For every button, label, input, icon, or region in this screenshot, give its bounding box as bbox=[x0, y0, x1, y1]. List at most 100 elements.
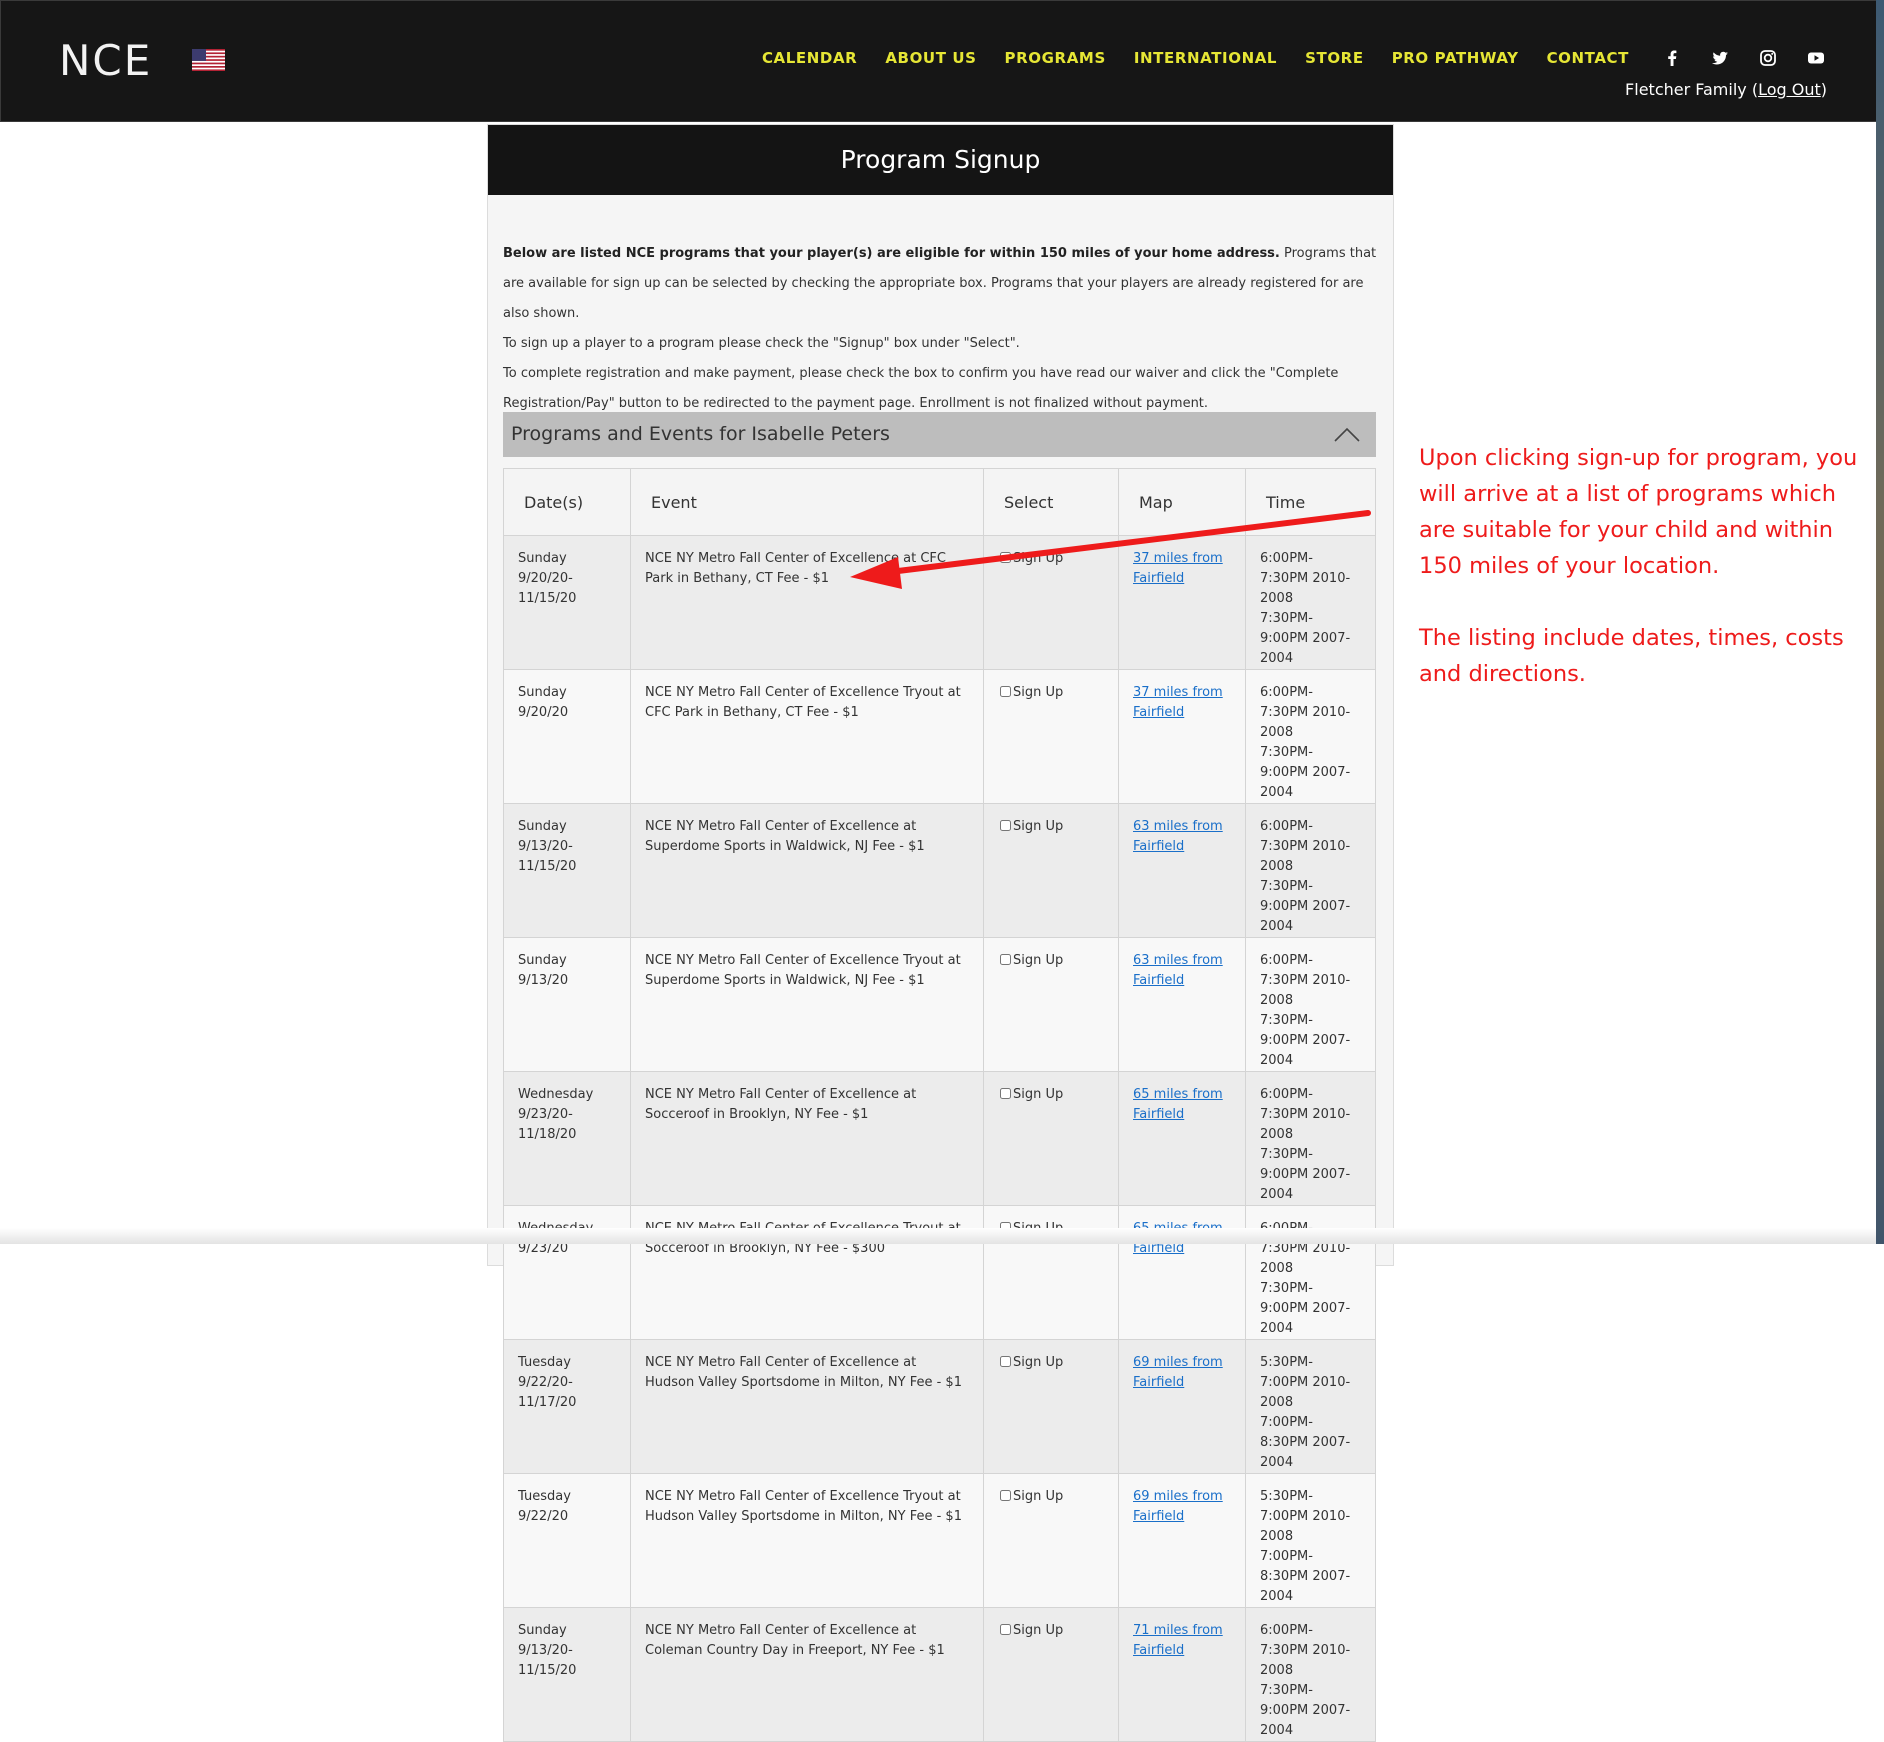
map-link[interactable]: 63 miles from Fairfield bbox=[1133, 819, 1223, 854]
map-cell: 71 miles from Fairfield bbox=[1118, 1607, 1246, 1742]
signup-checkbox[interactable] bbox=[1000, 1490, 1011, 1501]
youtube-icon[interactable] bbox=[1805, 47, 1827, 69]
time-cell: 6:00PM-7:30PM 2010-20087:30PM-9:00PM 200… bbox=[1245, 803, 1376, 938]
table-row: Sunday 9/13/20-11/15/20 NCE NY Metro Fal… bbox=[503, 1607, 1376, 1742]
map-cell: 37 miles from Fairfield bbox=[1118, 535, 1246, 670]
time-slot: 7:30PM-9:00PM 2007-2004 bbox=[1260, 1281, 1351, 1336]
map-cell: 37 miles from Fairfield bbox=[1118, 669, 1246, 804]
map-cell: 69 miles from Fairfield bbox=[1118, 1339, 1246, 1474]
select-cell: Sign Up bbox=[983, 1339, 1119, 1474]
map-cell: 63 miles from Fairfield bbox=[1118, 937, 1246, 1072]
map-link[interactable]: 71 miles from Fairfield bbox=[1133, 1623, 1223, 1658]
map-cell: 69 miles from Fairfield bbox=[1118, 1473, 1246, 1608]
table-row: Tuesday 9/22/20-11/17/20 NCE NY Metro Fa… bbox=[503, 1339, 1376, 1474]
column-header-map: Map bbox=[1118, 468, 1246, 536]
signup-label: Sign Up bbox=[1013, 1489, 1064, 1504]
event-cell: NCE NY Metro Fall Center of Excellence T… bbox=[630, 937, 984, 1072]
time-cell: 6:00PM-7:30PM 2010-20087:30PM-9:00PM 200… bbox=[1245, 937, 1376, 1072]
time-slot: 6:00PM-7:30PM 2010-2008 bbox=[1260, 551, 1351, 606]
date-cell: Sunday 9/20/20 bbox=[503, 669, 631, 804]
time-slot: 7:30PM-9:00PM 2007-2004 bbox=[1260, 1013, 1351, 1068]
event-cell: NCE NY Metro Fall Center of Excellence a… bbox=[630, 1607, 984, 1742]
column-header-event: Event bbox=[630, 468, 984, 536]
instagram-icon[interactable] bbox=[1757, 47, 1779, 69]
date-cell: Tuesday 9/22/20 bbox=[503, 1473, 631, 1608]
nce-logo[interactable]: NCE bbox=[59, 39, 171, 81]
map-link[interactable]: 65 miles from Fairfield bbox=[1133, 1087, 1223, 1122]
table-row: Wednesday 9/23/20-11/18/20 NCE NY Metro … bbox=[503, 1071, 1376, 1206]
chevron-up-icon[interactable] bbox=[1334, 426, 1360, 442]
intro-paragraph-1: Below are listed NCE programs that your … bbox=[503, 239, 1381, 329]
event-cell: NCE NY Metro Fall Center of Excellence a… bbox=[630, 1339, 984, 1474]
account-status: Fletcher Family (Log Out) bbox=[1625, 80, 1827, 99]
account-name: Fletcher Family ( bbox=[1625, 80, 1759, 99]
signup-checkbox[interactable] bbox=[1000, 686, 1011, 697]
time-slot: 7:30PM-9:00PM 2007-2004 bbox=[1260, 1147, 1351, 1202]
time-slot: 7:00PM-8:30PM 2007-2004 bbox=[1260, 1549, 1351, 1604]
signup-checkbox[interactable] bbox=[1000, 1088, 1011, 1099]
column-header-select: Select bbox=[983, 468, 1119, 536]
date-cell: Sunday 9/13/20-11/15/20 bbox=[503, 803, 631, 938]
annotation-text-1: Upon clicking sign-up for program, you w… bbox=[1419, 445, 1858, 579]
table-row: Sunday 9/20/20 NCE NY Metro Fall Center … bbox=[503, 669, 1376, 804]
player-group-header[interactable]: Programs and Events for Isabelle Peters bbox=[503, 412, 1376, 457]
nav-international[interactable]: INTERNATIONAL bbox=[1134, 49, 1277, 67]
annotation-text-2: The listing include dates, times, costs … bbox=[1419, 625, 1844, 687]
event-cell: NCE NY Metro Fall Center of Excellence a… bbox=[630, 535, 984, 670]
nav-programs[interactable]: PROGRAMS bbox=[1005, 49, 1106, 67]
event-cell: NCE NY Metro Fall Center of Excellence T… bbox=[630, 1473, 984, 1608]
social-links bbox=[1661, 47, 1827, 69]
player-group-title: Programs and Events for Isabelle Peters bbox=[511, 423, 890, 445]
map-link[interactable]: 69 miles from Fairfield bbox=[1133, 1489, 1223, 1524]
signup-checkbox[interactable] bbox=[1000, 1356, 1011, 1367]
date-cell: Wednesday 9/23/20 bbox=[503, 1205, 631, 1340]
map-link[interactable]: 63 miles from Fairfield bbox=[1133, 953, 1223, 988]
page-title: Program Signup bbox=[488, 125, 1393, 195]
nav-contact[interactable]: CONTACT bbox=[1547, 49, 1629, 67]
time-cell: 6:00PM-7:30PM 2010-20087:30PM-9:00PM 200… bbox=[1245, 669, 1376, 804]
nav-about-us[interactable]: ABOUT US bbox=[885, 49, 976, 67]
signup-label: Sign Up bbox=[1013, 1355, 1064, 1370]
event-cell: NCE NY Metro Fall Center of Excellence a… bbox=[630, 803, 984, 938]
signup-checkbox[interactable] bbox=[1000, 1624, 1011, 1635]
select-cell: Sign Up bbox=[983, 1071, 1119, 1206]
table-row: Wednesday 9/23/20 NCE NY Metro Fall Cent… bbox=[503, 1205, 1376, 1340]
nav-pro-pathway[interactable]: PRO PATHWAY bbox=[1392, 49, 1519, 67]
column-header-dates: Date(s) bbox=[503, 468, 631, 536]
twitter-icon[interactable] bbox=[1709, 47, 1731, 69]
date-cell: Wednesday 9/23/20-11/18/20 bbox=[503, 1071, 631, 1206]
signup-checkbox[interactable] bbox=[1000, 820, 1011, 831]
select-cell: Sign Up bbox=[983, 1473, 1119, 1608]
map-link[interactable]: 37 miles from Fairfield bbox=[1133, 685, 1223, 720]
program-signup-panel: Program Signup Below are listed NCE prog… bbox=[487, 124, 1394, 1742]
signup-checkbox[interactable] bbox=[1000, 954, 1011, 965]
account-close-paren: ) bbox=[1820, 80, 1827, 99]
time-cell: 6:00PM-7:30PM 2010-20087:30PM-9:00PM 200… bbox=[1245, 1607, 1376, 1742]
time-slot: 7:30PM-9:00PM 2007-2004 bbox=[1260, 745, 1351, 800]
nav-store[interactable]: STORE bbox=[1305, 49, 1364, 67]
intro-paragraph-2: To sign up a player to a program please … bbox=[503, 336, 1020, 351]
signup-label: Sign Up bbox=[1013, 819, 1064, 834]
nav-calendar[interactable]: CALENDAR bbox=[762, 49, 857, 67]
time-slot: 7:30PM-9:00PM 2007-2004 bbox=[1260, 611, 1351, 666]
signup-label: Sign Up bbox=[1013, 1623, 1064, 1638]
facebook-icon[interactable] bbox=[1661, 47, 1683, 69]
time-cell: 5:30PM-7:00PM 2010-2008 7:00PM-8:30PM 200… bbox=[1245, 1473, 1376, 1608]
time-cell: 6:00PM-7:30PM 2010-20087:30PM-9:00PM 200… bbox=[1245, 535, 1376, 670]
map-cell: 65 miles from Fairfield bbox=[1118, 1071, 1246, 1206]
select-cell: Sign Up bbox=[983, 937, 1119, 1072]
main-nav: CALENDAR ABOUT US PROGRAMS INTERNATIONAL… bbox=[762, 49, 1629, 67]
map-link[interactable]: 69 miles from Fairfield bbox=[1133, 1355, 1223, 1390]
date-cell: Sunday 9/13/20-11/15/20 bbox=[503, 1607, 631, 1742]
time-slot: 6:00PM-7:30PM 2010-2008 bbox=[1260, 1623, 1351, 1678]
signup-label: Sign Up bbox=[1013, 1087, 1064, 1102]
time-slot: 7:00PM-8:30PM 2007-2004 bbox=[1260, 1415, 1351, 1470]
column-header-time: Time bbox=[1245, 468, 1376, 536]
logout-link[interactable]: Log Out bbox=[1758, 80, 1821, 99]
event-cell: NCE NY Metro Fall Center of Excellence T… bbox=[630, 1205, 984, 1340]
us-flag-icon[interactable] bbox=[192, 49, 225, 71]
time-slot: 6:00PM-7:30PM 2010-2008 bbox=[1260, 1087, 1351, 1142]
table-row: Tuesday 9/22/20 NCE NY Metro Fall Center… bbox=[503, 1473, 1376, 1608]
signup-checkbox[interactable] bbox=[1000, 552, 1011, 563]
map-link[interactable]: 37 miles from Fairfield bbox=[1133, 551, 1223, 586]
